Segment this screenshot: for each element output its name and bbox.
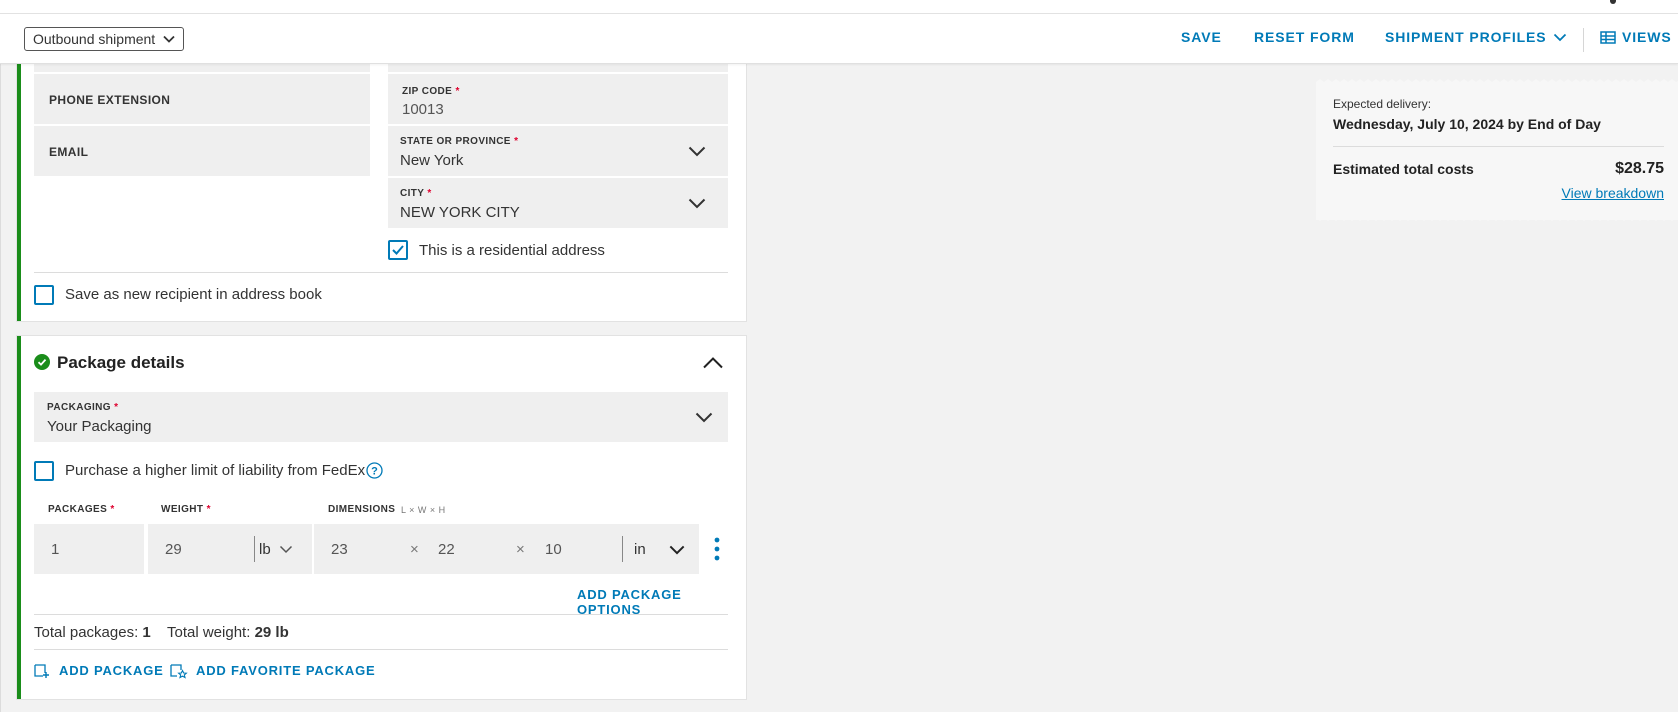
state-label: STATE OR PROVINCE * [400,136,519,147]
shipment-profiles-label: SHIPMENT PROFILES [1385,29,1547,45]
address-field-clipped[interactable] [388,64,728,72]
package-divider [34,614,728,615]
estimated-costs-value: $28.75 [1615,160,1664,177]
weight-unit-value: lb [259,541,271,558]
residential-label: This is a residential address [419,242,605,259]
weight-value: 29 [165,541,182,558]
views-button[interactable]: VIEWS [1600,29,1672,45]
packages-count-value: 1 [51,541,60,558]
phone-field-clipped[interactable] [34,64,370,72]
phone-extension-label: PHONE EXTENSION [49,93,171,107]
email-label: EMAIL [49,145,89,159]
views-grid-icon [1600,30,1616,44]
views-label: VIEWS [1622,29,1672,45]
liability-checkbox[interactable] [34,461,54,481]
add-favorite-label: ADD FAVORITE PACKAGE [196,663,376,678]
shipment-type-value: Outbound shipment [33,31,156,47]
times-sign: × [516,541,525,558]
shipment-toolbar: Outbound shipment SAVE RESET FORM SHIPME… [0,14,1678,64]
total-weight-label: Total weight: [167,624,251,641]
zip-code-value: 10013 [402,101,444,118]
more-options-icon[interactable] [714,537,720,561]
zip-code-label: ZIP CODE * [402,86,460,97]
package-divider [34,649,728,650]
view-breakdown-link[interactable]: View breakdown [1562,185,1664,201]
recipient-card: PHONE EXTENSION EMAIL ZIP CODE * 10013 S… [17,64,746,321]
shipment-profiles-button[interactable]: SHIPMENT PROFILES [1385,29,1567,45]
top-strip [0,0,1678,14]
total-packages-label: Total packages: [34,624,139,641]
reset-form-button[interactable]: RESET FORM [1254,29,1355,45]
city-value: NEW YORK CITY [400,204,520,221]
add-package-button[interactable]: ADD PACKAGE [34,662,164,679]
chevron-down-icon[interactable] [669,545,685,555]
weight-unit-divider [254,536,255,562]
toolbar-divider [1583,28,1584,52]
dimensions-input[interactable]: 23 × 22 × 10 in [314,524,699,574]
dim-unit-divider [622,536,623,562]
save-recipient-checkbox[interactable] [34,285,54,305]
svg-text:?: ? [371,466,378,478]
packaging-value: Your Packaging [47,418,152,435]
state-select[interactable]: STATE OR PROVINCE * New York [388,126,728,176]
add-package-options-button[interactable]: ADD PACKAGE OPTIONS [577,587,746,617]
packages-count-input[interactable]: 1 [34,524,144,574]
residential-checkbox[interactable] [388,240,408,260]
total-weight-value: 29 lb [254,624,289,641]
total-packages: Total packages: 1 [34,624,151,641]
times-sign: × [410,541,419,558]
expected-delivery-value: Wednesday, July 10, 2024 by End of Day [1333,116,1601,132]
expected-delivery-label: Expected delivery: [1333,97,1432,111]
chevron-down-icon [695,412,713,423]
summary-divider [1333,146,1664,147]
estimated-costs-label: Estimated total costs [1333,161,1474,177]
add-package-label: ADD PACKAGE [59,663,164,678]
receipt-edge-bottom [1316,214,1678,221]
chevron-up-icon[interactable] [702,356,724,369]
chevron-down-icon [279,545,292,554]
package-details-card: Package details PACKAGING * Your Packagi… [17,336,746,699]
length-value: 23 [331,541,348,558]
recipient-divider [34,272,728,273]
packages-column-label: PACKAGES * [48,504,115,515]
check-circle-icon [34,354,50,370]
shipment-type-select[interactable]: Outbound shipment [24,27,185,51]
chevron-down-icon [688,146,706,157]
favorite-box-icon [170,664,188,679]
save-button[interactable]: SAVE [1181,29,1222,45]
state-value: New York [400,152,464,169]
total-packages-value: 1 [142,624,151,641]
liability-label: Purchase a higher limit of liability fro… [65,462,366,479]
city-label: CITY * [400,188,432,199]
width-value: 22 [438,541,455,558]
shipment-summary: Expected delivery: Wednesday, July 10, 2… [1316,79,1678,221]
add-favorite-package-button[interactable]: ADD FAVORITE PACKAGE [170,662,375,679]
chevron-down-icon [163,35,175,43]
dimensions-hint: L × W × H [401,505,446,515]
chevron-down-icon [1553,33,1566,41]
zip-code-field[interactable]: ZIP CODE * 10013 [388,74,728,124]
phone-extension-field[interactable]: PHONE EXTENSION [34,74,370,124]
package-details-title: Package details [57,353,185,372]
save-recipient-label: Save as new recipient in address book [65,286,322,303]
height-value: 10 [545,541,562,558]
add-box-icon [34,664,49,678]
receipt-edge-top [1316,79,1678,86]
chevron-down-icon [688,198,706,209]
city-select[interactable]: CITY * NEW YORK CITY [388,178,728,228]
check-icon [392,245,404,255]
weight-unit-select[interactable]: lb [259,541,293,558]
packaging-select[interactable]: PACKAGING * Your Packaging [34,392,728,442]
page-gutter [0,64,1,712]
total-weight: Total weight: 29 lb [167,624,289,641]
packaging-label: PACKAGING * [47,402,119,413]
dim-unit-value: in [634,541,646,558]
dimensions-column-label: DIMENSIONS [328,504,396,515]
email-field[interactable]: EMAIL [34,126,370,176]
profile-edge-icon [1610,0,1616,4]
weight-column-label: WEIGHT * [161,504,211,515]
help-icon[interactable]: ? [366,462,383,479]
